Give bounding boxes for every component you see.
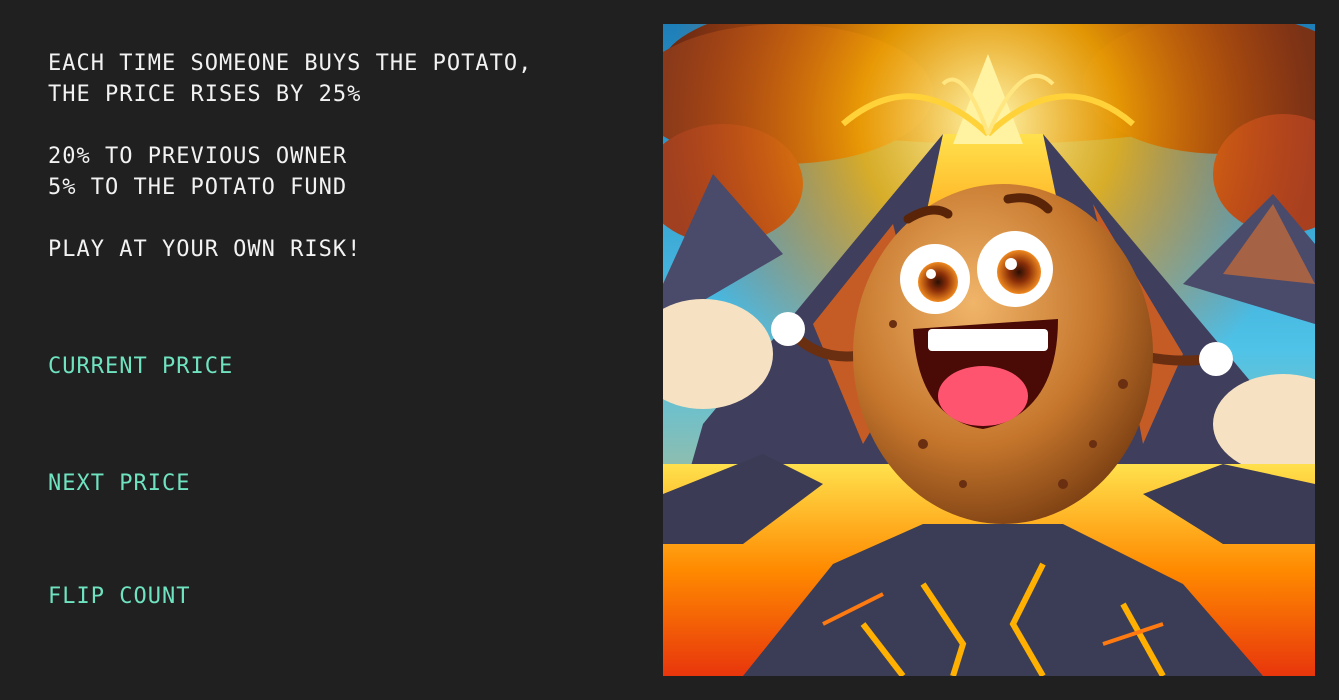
rule-line: 20% TO PREVIOUS OWNER [48, 144, 348, 169]
rule-line: EACH TIME SOMEONE BUYS THE POTATO, [48, 51, 533, 76]
risk-warning: PLAY AT YOUR OWN RISK! [48, 237, 362, 262]
rules-text: EACH TIME SOMEONE BUYS THE POTATO, THE P… [48, 48, 628, 265]
current-price-label: CURRENT PRICE [48, 354, 234, 379]
rules-panel: EACH TIME SOMEONE BUYS THE POTATO, THE P… [48, 48, 628, 265]
next-price-label: NEXT PRICE [48, 471, 191, 496]
potato-volcano-image [663, 24, 1315, 676]
flip-count-label: FLIP COUNT [48, 584, 191, 609]
potato-volcano-illustration [663, 24, 1315, 676]
rule-line: THE PRICE RISES BY 25% [48, 82, 362, 107]
rule-line: 5% TO THE POTATO FUND [48, 175, 348, 200]
